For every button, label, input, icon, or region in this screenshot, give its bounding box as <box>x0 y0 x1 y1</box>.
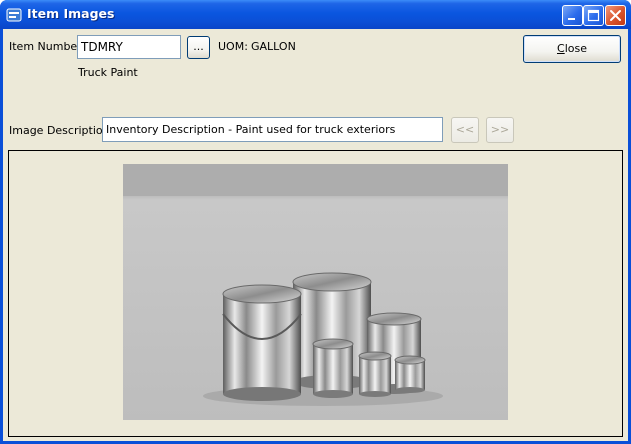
item-description-text: Truck Paint <box>78 66 138 79</box>
item-number-label: Item Number: <box>9 40 86 53</box>
item-lookup-button[interactable]: ... <box>187 36 210 59</box>
uom-value: GALLON <box>251 40 296 53</box>
title-bar[interactable]: Item Images <box>0 0 631 29</box>
image-description-label: Image Description: <box>9 124 114 137</box>
maximize-button[interactable] <box>583 5 604 26</box>
item-number-input[interactable]: TDMRY <box>77 35 181 59</box>
image-description-input[interactable]: Inventory Description - Paint used for t… <box>102 117 443 142</box>
dialog-client-area: Item Number: TDMRY ... UOM: GALLON Truck… <box>3 29 628 441</box>
app-icon <box>6 8 22 22</box>
uom-label: UOM: <box>218 40 248 53</box>
minimize-icon <box>568 18 575 20</box>
item-images-window: Item Images Item Number: TDMRY ... UOM: … <box>0 0 631 444</box>
previous-image-button[interactable]: << <box>451 117 479 143</box>
close-icon <box>610 10 621 21</box>
close-accelerator: C <box>557 42 565 55</box>
maximize-icon <box>587 9 600 22</box>
close-label: lose <box>564 42 587 55</box>
next-image-button[interactable]: >> <box>486 117 514 143</box>
minimize-button[interactable] <box>562 5 583 26</box>
image-display-panel <box>8 150 623 437</box>
window-title: Item Images <box>27 6 115 21</box>
close-button[interactable]: Close <box>523 35 621 63</box>
close-window-button[interactable] <box>605 5 626 26</box>
paint-cans-photo <box>123 164 508 420</box>
